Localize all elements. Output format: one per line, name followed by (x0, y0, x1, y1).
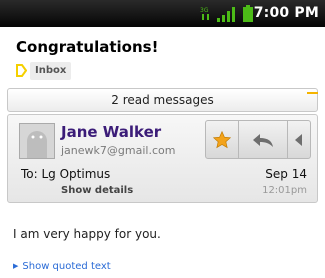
more-left-chevron-icon (295, 133, 302, 146)
show-quoted-text-link[interactable]: ▶ Show quoted text (13, 261, 111, 272)
reply-button[interactable] (239, 121, 288, 158)
signal-strength-icon (217, 7, 235, 22)
clock: 7:00 PM (253, 5, 319, 21)
svg-text:3G: 3G (200, 7, 209, 14)
android-avatar-icon (20, 124, 54, 158)
more-button[interactable] (288, 121, 310, 158)
read-messages-label: 2 read messages (111, 93, 214, 107)
show-quoted-text-label: Show quoted text (22, 261, 111, 272)
message-header: Jane Walker janewk7@gmail.com To: Lg Opt… (7, 114, 318, 203)
avatar[interactable] (19, 123, 55, 159)
message-actions (205, 120, 311, 159)
network-activity-icon: 3G (200, 7, 209, 20)
star-icon (212, 130, 232, 148)
sender-email: janewk7@gmail.com (61, 144, 176, 157)
message-body: I am very happy for you. (13, 227, 161, 241)
show-details-link[interactable]: Show details (61, 185, 133, 196)
star-button[interactable] (206, 121, 239, 158)
label-tag-icon (16, 64, 27, 77)
read-messages-bar[interactable]: 2 read messages (7, 88, 318, 112)
recipient-line: To: Lg Optimus (21, 167, 111, 181)
expand-triangle-icon: ▶ (13, 262, 19, 270)
sender-name: Jane Walker (61, 123, 162, 141)
battery-icon (243, 5, 253, 22)
reply-icon (253, 133, 273, 147)
status-bar: 3G 7:00 PM (0, 0, 325, 27)
message-subject: Congratulations! (16, 38, 159, 56)
message-time: 12:01pm (262, 185, 307, 196)
label-inbox[interactable]: Inbox (30, 62, 72, 80)
read-bar-accent (307, 92, 318, 94)
message-date: Sep 14 (265, 167, 307, 181)
